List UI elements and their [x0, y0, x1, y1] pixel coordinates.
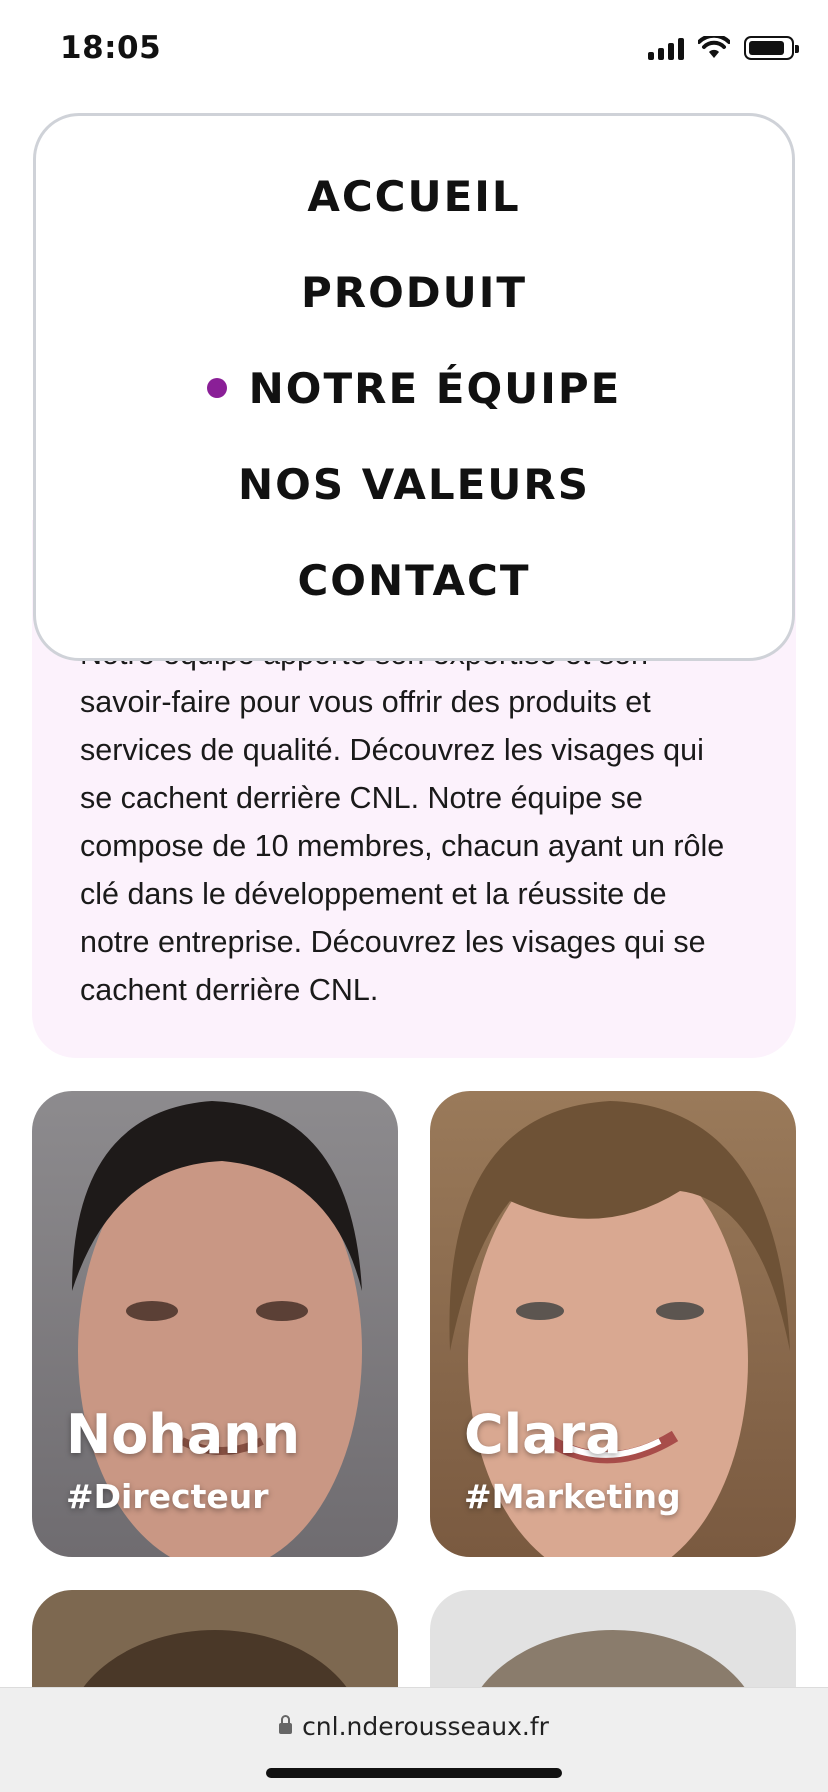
battery-icon — [744, 36, 799, 60]
member-role: #Directeur — [66, 1477, 269, 1516]
menu-item-accueil[interactable]: ACCUEIL — [36, 172, 792, 221]
menu-item-notre-equipe[interactable]: NOTRE ÉQUIPE — [36, 364, 792, 413]
status-icons — [648, 36, 799, 60]
menu-item-produit[interactable]: PRODUIT — [36, 268, 792, 317]
status-time: 18:05 — [60, 30, 162, 66]
wifi-icon — [698, 36, 730, 58]
navigation-menu: ACCUEIL PRODUIT NOTRE ÉQUIPE NOS VALEURS… — [33, 113, 795, 661]
member-name: Clara — [464, 1403, 622, 1466]
menu-item-label: CONTACT — [297, 556, 531, 605]
member-name: Nohann — [66, 1403, 301, 1466]
browser-address-bar[interactable]: cnl.nderousseaux.fr — [0, 1687, 828, 1792]
team-member-card[interactable]: Nohann #Directeur — [32, 1091, 398, 1557]
menu-item-label: PRODUIT — [300, 268, 528, 317]
team-member-card[interactable]: Clara #Marketing — [430, 1091, 796, 1557]
active-indicator-dot — [206, 377, 227, 398]
menu-item-label: NOTRE ÉQUIPE — [248, 364, 622, 413]
member-role: #Marketing — [464, 1477, 681, 1516]
menu-item-label: NOS VALEURS — [237, 460, 591, 509]
menu-item-contact[interactable]: CONTACT — [36, 556, 792, 605]
address-url[interactable]: cnl.nderousseaux.fr — [0, 1712, 828, 1741]
status-bar: 18:05 — [0, 0, 828, 100]
lock-icon — [279, 1715, 293, 1734]
cellular-signal-icon — [648, 36, 684, 60]
menu-item-label: ACCUEIL — [307, 172, 521, 221]
url-text: cnl.nderousseaux.fr — [302, 1712, 549, 1741]
team-intro-text: Notre équipe apporte son expertise et so… — [80, 637, 725, 1007]
menu-item-nos-valeurs[interactable]: NOS VALEURS — [36, 460, 792, 509]
home-indicator[interactable] — [266, 1768, 562, 1778]
